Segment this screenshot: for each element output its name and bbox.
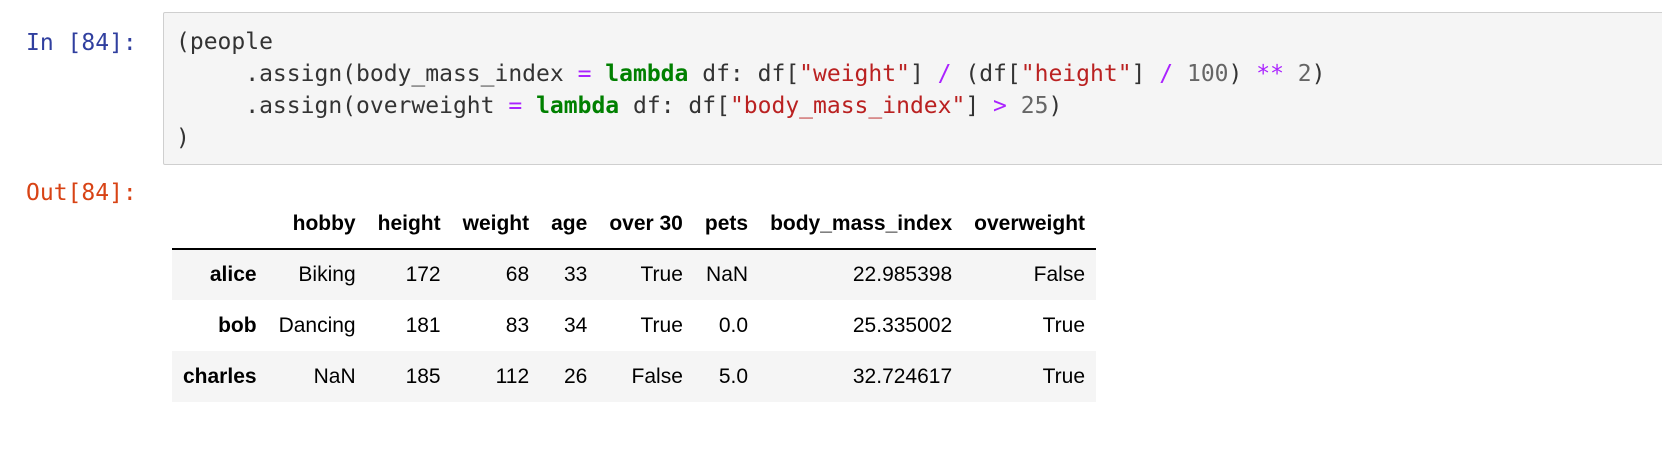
code-text[interactable]: (people .assign(body_mass_index = lambda… xyxy=(176,26,1326,154)
row-index-label: bob xyxy=(218,313,257,337)
code-line: (people xyxy=(176,26,1326,58)
code-line: .assign(overweight = lambda df: df["body… xyxy=(176,90,1326,122)
column-header: age xyxy=(540,200,599,250)
code-token-num: 100 xyxy=(1186,61,1229,87)
index-header xyxy=(172,200,268,250)
code-token-str: "height" xyxy=(1020,61,1132,87)
table-cell: 0.0 xyxy=(718,313,749,337)
code-token-num: 25 xyxy=(1020,93,1049,119)
table-cell: 181 xyxy=(405,313,441,337)
code-line: ) xyxy=(176,122,1326,154)
code-token: ] xyxy=(965,93,994,119)
code-token: ] xyxy=(909,61,938,87)
code-token-op: / xyxy=(937,61,952,87)
code-token: ) xyxy=(176,125,190,151)
column-header: over 30 xyxy=(598,200,694,250)
column-header: weight xyxy=(451,200,541,250)
table-cell: False xyxy=(631,364,683,388)
table-row: bob Dancing 181 83 34 True 0.0 25.335002 True xyxy=(172,300,1096,351)
code-token-kw: lambda xyxy=(536,93,620,119)
code-token-str: "weight" xyxy=(799,61,910,87)
table-cell: NaN xyxy=(706,263,749,286)
table-cell: 112 xyxy=(495,364,530,388)
table-cell: False xyxy=(1033,263,1086,286)
table-cell: 25.335002 xyxy=(852,313,953,337)
code-token-op: > xyxy=(993,93,1007,119)
column-header: overweight xyxy=(963,200,1097,250)
table-row: alice Biking 172 68 33 True NaN 22.985398 False xyxy=(172,249,1097,300)
code-line: .assign(body_mass_index = lambda df: df[… xyxy=(176,58,1326,90)
code-token: (df[ xyxy=(951,61,1021,87)
code-token-op: / xyxy=(1159,61,1174,87)
table-cell: 185 xyxy=(405,364,441,388)
row-index-label: alice xyxy=(209,263,257,286)
table-cell: 68 xyxy=(505,263,530,286)
code-token: df: df[ xyxy=(619,93,730,119)
code-token-op: ** xyxy=(1256,61,1284,87)
dataframe-body: alice Biking 172 68 33 True NaN 22.985398 False b… xyxy=(172,249,1097,402)
table-cell: Dancing xyxy=(278,313,356,337)
code-token: ) xyxy=(1228,61,1257,87)
table-cell: 5.0 xyxy=(718,364,749,388)
table-cell: Biking xyxy=(298,263,356,286)
code-token: ) xyxy=(1311,61,1326,87)
code-token: .assign(body_mass_index xyxy=(176,61,578,87)
table-cell: True xyxy=(1042,313,1086,337)
code-token: .assign(overweight xyxy=(176,93,509,119)
table-row: charles NaN 185 112 26 False 5.0 32.724617 True xyxy=(172,351,1097,402)
table-cell: 32.724617 xyxy=(852,364,953,388)
code-token-num: 2 xyxy=(1297,61,1312,87)
code-token-str: "body_mass_index" xyxy=(729,93,966,119)
code-token-kw: lambda xyxy=(605,61,689,87)
table-cell: 26 xyxy=(563,364,588,388)
table-cell: True xyxy=(1042,364,1086,388)
code-token: ) xyxy=(1048,93,1063,119)
code-cell-editor[interactable]: (people .assign(body_mass_index = lambda… xyxy=(163,12,1662,165)
table-cell: 22.985398 xyxy=(852,263,953,286)
column-header: pets xyxy=(693,200,760,250)
table-cell: 172 xyxy=(405,263,441,286)
code-token: (people xyxy=(176,29,273,55)
table-cell: True xyxy=(640,313,683,337)
dataframe-output: hobby height weight age over 30 pets body_mass… xyxy=(172,200,1097,402)
output-prompt: Out[84]: xyxy=(26,180,137,206)
table-cell: NaN xyxy=(313,364,356,388)
code-token-op: = xyxy=(577,61,592,87)
column-header: hobby xyxy=(267,200,367,250)
table-cell: True xyxy=(640,263,683,286)
column-header: body_mass_index xyxy=(759,200,964,250)
code-token: ] xyxy=(1131,61,1160,87)
column-header: height xyxy=(366,200,452,250)
table-cell: 34 xyxy=(563,313,588,337)
code-token: df: df[ xyxy=(688,61,800,87)
code-token-op: = xyxy=(508,93,523,119)
row-index-label: charles xyxy=(183,364,257,388)
dataframe-header-row: hobby height weight age over 30 pets body_mass… xyxy=(172,200,1097,250)
input-prompt: In [84]: xyxy=(26,30,137,56)
table-cell: 33 xyxy=(563,263,588,286)
table-cell: 83 xyxy=(505,313,530,337)
